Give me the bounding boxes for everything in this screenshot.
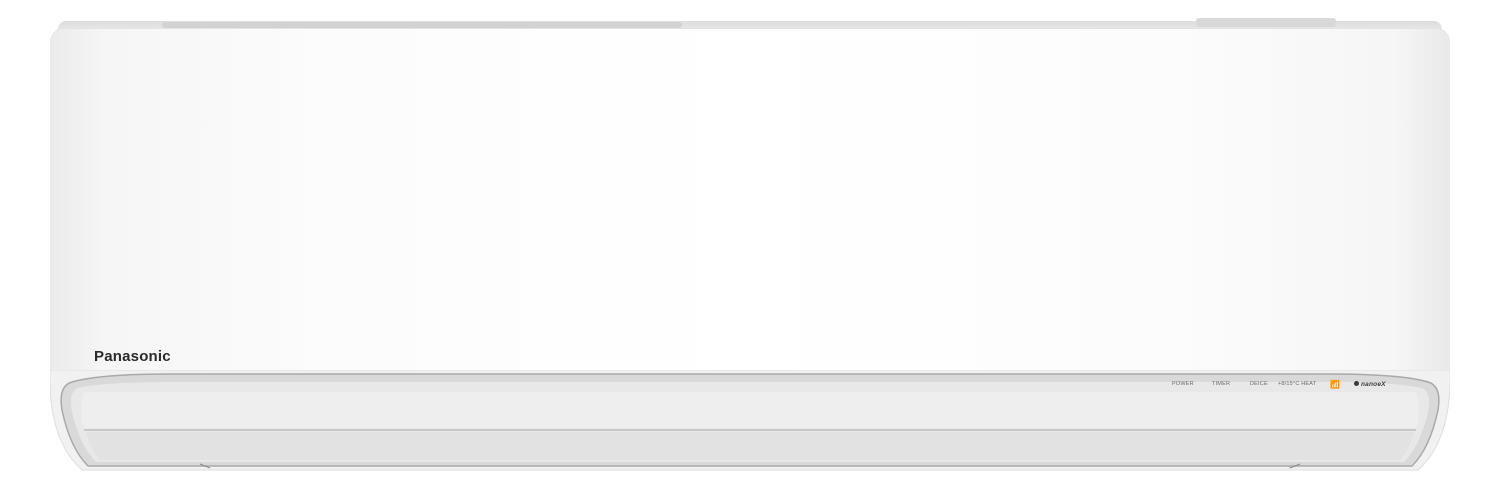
- timer-indicator-label: TIMER: [1212, 381, 1231, 387]
- brand-logo: Panasonic: [94, 348, 171, 365]
- nanoe-logo: nanoeX: [1354, 380, 1386, 388]
- nanoe-label: nanoeX: [1361, 380, 1386, 388]
- front-panel: Panasonic: [50, 28, 1450, 390]
- air-conditioner-indoor-unit: Panasonic POWER TIMER DEICE +8/15°C HEAT…: [50, 18, 1450, 474]
- heat-indicator-label: +8/15°C HEAT: [1278, 381, 1317, 387]
- wifi-icon: 📶: [1330, 379, 1341, 389]
- indicator-panel: POWER TIMER DEICE +8/15°C HEAT 📶 nanoeX: [1172, 378, 1386, 390]
- product-photo: Panasonic POWER TIMER DEICE +8/15°C HEAT…: [0, 0, 1500, 496]
- top-air-intake-right: [1196, 18, 1336, 27]
- nanoe-dot-icon: [1354, 380, 1359, 386]
- power-indicator-label: POWER: [1172, 381, 1194, 387]
- deice-indicator-label: DEICE: [1250, 381, 1268, 387]
